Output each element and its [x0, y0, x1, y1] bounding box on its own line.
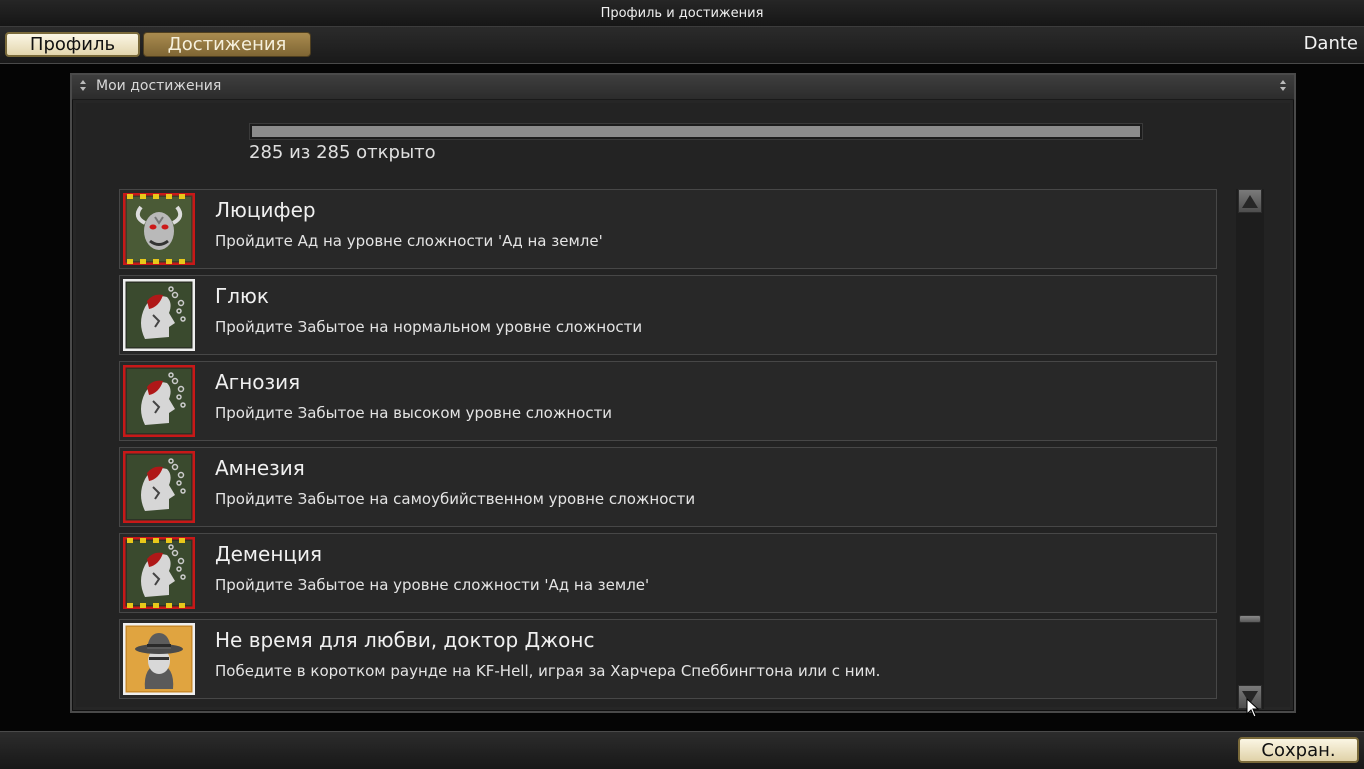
- demon-face-icon: [123, 193, 195, 265]
- achievement-row[interactable]: Агнозия Пройдите Забытое на высоком уровн…: [119, 361, 1217, 441]
- achievement-description: Пройдите Забытое на высоком уровне сложн…: [215, 404, 613, 422]
- player-name: Dante: [1303, 33, 1358, 54]
- panel-header: Мои достижения: [72, 75, 1294, 100]
- collapse-icon[interactable]: [79, 80, 87, 91]
- fractured-head-icon: [123, 365, 195, 437]
- achievement-name: Люцифер: [215, 198, 316, 222]
- tab-achievements[interactable]: Достижения: [143, 32, 311, 57]
- progress-fill: [252, 126, 1140, 137]
- adventurer-fedora-icon: [123, 623, 195, 695]
- achievement-row[interactable]: Глюк Пройдите Забытое на нормальном уровн…: [119, 275, 1217, 355]
- fractured-head-icon: [123, 451, 195, 523]
- scrollbar[interactable]: [1236, 189, 1264, 709]
- bottom-bar: Сохран.: [0, 731, 1364, 769]
- achievement-name: Амнезия: [215, 456, 305, 480]
- achievement-row[interactable]: Амнезия Пройдите Забытое на самоубийствен…: [119, 447, 1217, 527]
- mouse-cursor-icon: [1246, 698, 1260, 718]
- achievement-name: Деменция: [215, 542, 323, 566]
- achievement-description: Пройдите Забытое на уровне сложности 'Ад…: [215, 576, 650, 594]
- achievements-panel: Мои достижения 285 из 285 открыто Люцифе…: [70, 73, 1296, 713]
- fractured-head-icon: [123, 537, 195, 609]
- window-title: Профиль и достижения: [600, 5, 764, 21]
- window-title-bar: Профиль и достижения: [0, 0, 1364, 27]
- progress-text: 285 из 285 открыто: [249, 142, 436, 163]
- save-button[interactable]: Сохран.: [1238, 737, 1359, 763]
- achievement-description: Пройдите Забытое на нормальном уровне сл…: [215, 318, 643, 336]
- achievement-name: Агнозия: [215, 370, 301, 394]
- achievement-row[interactable]: Люцифер Пройдите Ад на уровне сложности '…: [119, 189, 1217, 269]
- achievement-description: Победите в коротком раунде на KF-Hell, и…: [215, 662, 881, 680]
- scroll-thumb[interactable]: [1239, 615, 1261, 623]
- achievement-description: Пройдите Забытое на самоубийственном уро…: [215, 490, 696, 508]
- top-tab-bar: Профиль Достижения Dante: [0, 27, 1364, 64]
- achievement-description: Пройдите Ад на уровне сложности 'Ад на з…: [215, 232, 603, 250]
- expand-icon[interactable]: [1279, 80, 1287, 91]
- tab-profile[interactable]: Профиль: [5, 32, 140, 57]
- achievement-name: Глюк: [215, 284, 269, 308]
- arrow-up-icon: [1242, 194, 1258, 208]
- fractured-head-icon: [123, 279, 195, 351]
- achievement-row[interactable]: Не время для любви, доктор Джонс Победите…: [119, 619, 1217, 699]
- achievement-row[interactable]: Деменция Пройдите Забытое на уровне сложн…: [119, 533, 1217, 613]
- panel-title: Мои достижения: [96, 78, 222, 94]
- achievement-progress-bar: [249, 123, 1143, 140]
- scroll-up-button[interactable]: [1238, 189, 1262, 213]
- achievement-name: Не время для любви, доктор Джонс: [215, 628, 595, 652]
